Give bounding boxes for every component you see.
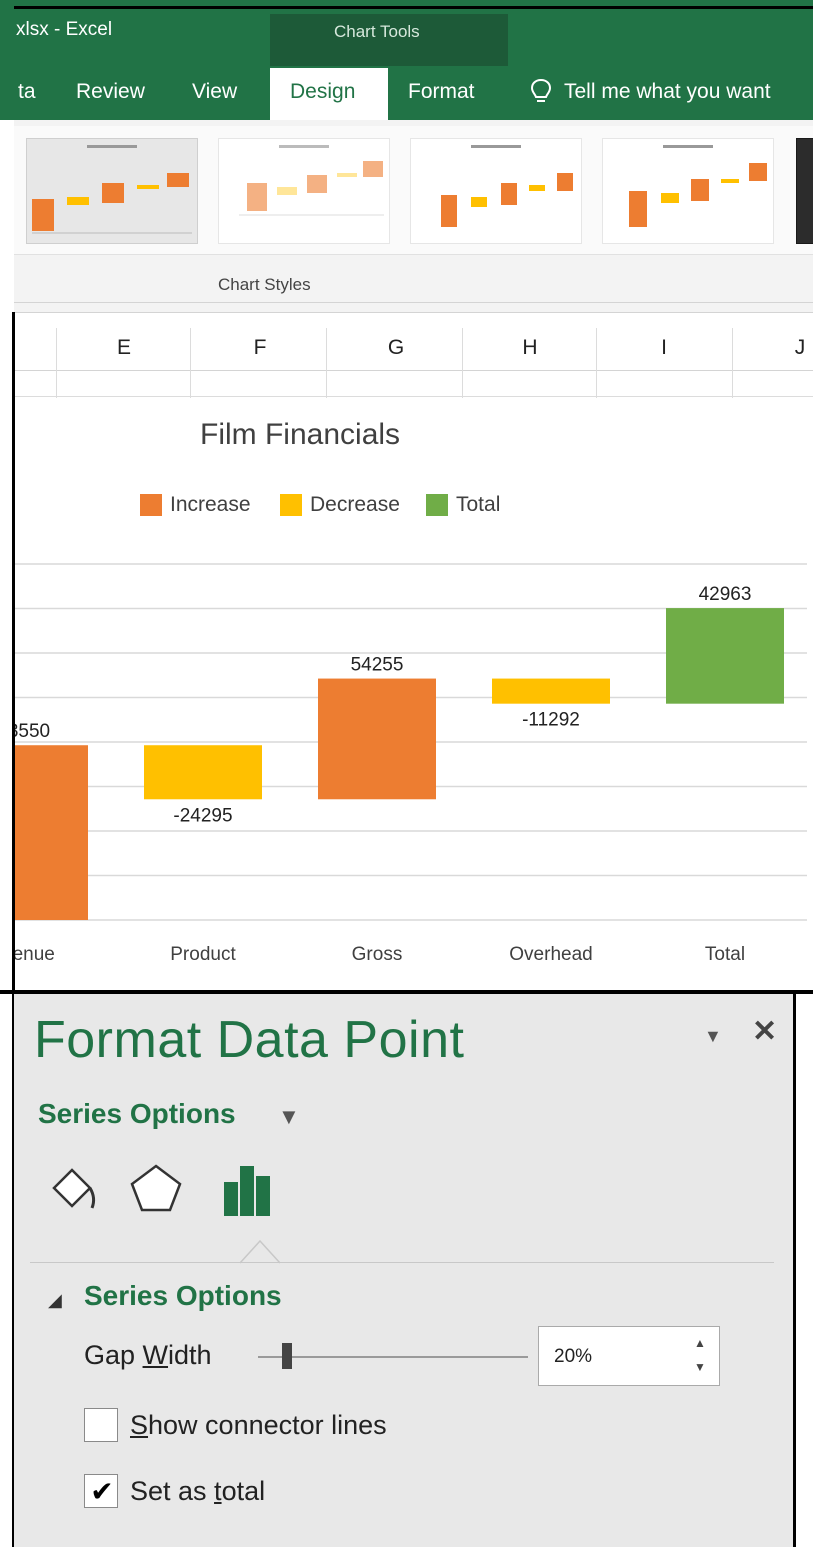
chart-tools-label: Chart Tools [334,22,420,41]
column-header-e[interactable]: E [104,336,144,360]
series-options-section-title[interactable]: Series Options [84,1280,282,1312]
chart-style-thumb[interactable] [602,138,774,244]
window-title: xlsx - Excel [16,19,113,40]
gap-width-accesskey: W [142,1340,169,1370]
show-connector-lines-checkbox[interactable] [84,1408,118,1442]
column-divider [732,328,733,398]
chart-style-thumb[interactable] [796,138,813,244]
tab-data[interactable]: ta [18,80,36,104]
set-total-label-rest: otal [221,1476,266,1506]
category-label: Overhead [509,944,592,965]
spin-down-icon[interactable]: ▼ [694,1360,706,1374]
chart-title[interactable]: Film Financials [200,418,400,452]
selected-tab-pointer [240,1239,280,1264]
chart-styles-group-label: Chart Styles [218,275,311,294]
bar-overhead[interactable] [492,678,610,704]
legend-label-increase[interactable]: Increase [170,493,251,517]
legend-label-total[interactable]: Total [456,493,500,517]
tab-review[interactable]: Review [76,80,145,104]
row-divider [14,396,813,397]
bar-total[interactable] [666,608,784,704]
data-label[interactable]: -11292 [522,710,580,731]
bar-product[interactable] [144,745,262,800]
category-label: venue [14,944,55,965]
column-divider [326,328,327,398]
effects-pentagon-icon[interactable] [126,1160,186,1220]
pane-title: Format Data Point [34,1011,465,1069]
close-icon[interactable]: ✕ [752,1014,777,1049]
series-options-dropdown[interactable]: Series Options [38,1098,236,1130]
bar-venue[interactable] [14,745,88,920]
column-divider [462,328,463,398]
legend-label-decrease[interactable]: Decrease [310,493,400,517]
show-connector-label-rest: how connector lines [148,1410,387,1440]
column-header-f[interactable]: F [240,336,280,360]
ribbon-divider [14,302,813,303]
tell-me-search[interactable]: Tell me what you want [564,80,771,104]
chart-style-preview-icon [441,145,573,227]
gap-width-slider[interactable] [258,1356,528,1358]
chart-style-preview-icon [32,145,192,234]
category-label: Product [170,944,236,965]
chart-style-thumb[interactable] [218,138,390,244]
set-total-label-prefix: Set as [130,1476,215,1506]
column-header-h[interactable]: H [510,336,550,360]
lightbulb-icon [530,78,552,102]
column-header-g[interactable]: G [376,336,416,360]
column-divider [56,328,57,398]
gap-width-label-suffix: idth [168,1340,212,1370]
chart-style-preview-icon [239,145,384,216]
set-as-total-checkbox[interactable]: ✔ [84,1474,118,1508]
gap-width-label-prefix: Gap [84,1340,143,1370]
tab-design-label: Design [290,80,356,103]
spin-up-icon[interactable]: ▲ [694,1336,706,1350]
collapse-triangle-icon[interactable]: ◢ [48,1290,62,1311]
set-total-accesskey: t [214,1476,222,1506]
column-divider [596,328,597,398]
series-options-bar-chart-icon[interactable] [218,1160,278,1220]
chart-plot-area[interactable]: 3550 venue -24295 Product 54255 Gross -11292 Ov… [14,540,813,980]
legend-swatch-total [426,494,448,516]
column-divider [190,328,191,398]
show-connector-accesskey: S [130,1410,149,1440]
format-data-point-pane [14,994,793,1547]
column-header-i[interactable]: I [644,336,684,360]
pane-options-dropdown-icon[interactable]: ▼ [704,1026,722,1047]
pane-divider [30,1262,774,1263]
category-label: Total [705,944,745,965]
tab-format[interactable]: Format [408,80,475,104]
gap-width-value: 20% [554,1346,593,1367]
data-label[interactable]: 42963 [699,584,752,605]
chart-style-preview-icon [629,145,767,227]
show-connector-lines-label[interactable]: Show connector lines [130,1410,387,1441]
screenshot-border [793,990,796,1547]
gap-width-label: Gap Width [84,1340,212,1371]
data-label[interactable]: -24295 [173,805,232,826]
chart-style-thumb[interactable] [410,138,582,244]
category-label: Gross [352,944,403,965]
legend-swatch-decrease [280,494,302,516]
legend-swatch-increase [140,494,162,516]
tab-view[interactable]: View [192,80,237,104]
chevron-down-icon[interactable]: ▼ [278,1104,300,1130]
data-label[interactable]: 54255 [351,655,404,676]
set-as-total-label[interactable]: Set as total [130,1476,265,1507]
data-label[interactable]: 3550 [14,721,50,742]
screenshot-border [14,6,813,9]
gap-width-slider-handle[interactable] [282,1343,292,1369]
bar-gross[interactable] [318,678,436,800]
checkmark-icon: ✔ [90,1476,114,1507]
column-header-j[interactable]: J [780,336,813,360]
chart-style-thumb[interactable] [26,138,198,244]
fill-line-icon[interactable] [44,1160,104,1220]
